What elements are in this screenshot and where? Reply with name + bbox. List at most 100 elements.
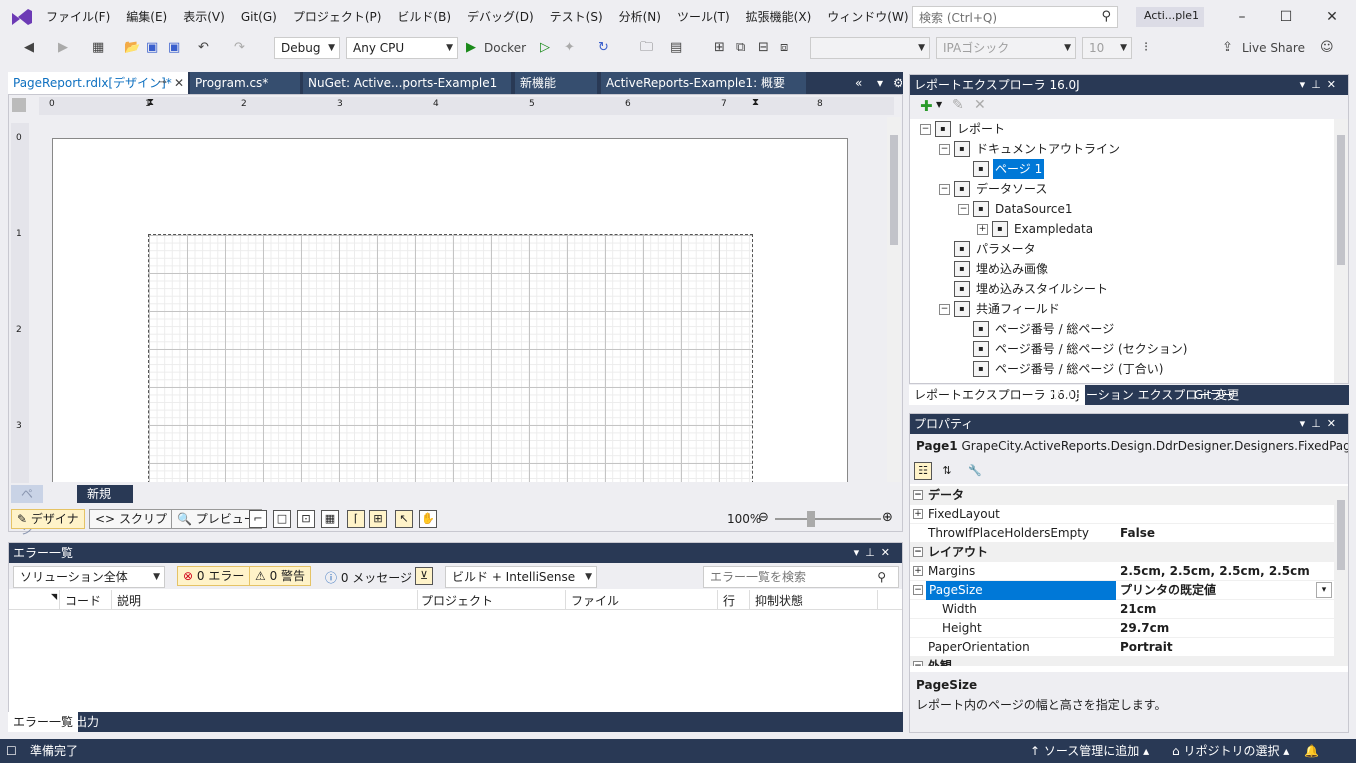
tree-node[interactable]: + ▪ Exampledata <box>977 219 1095 239</box>
design-canvas[interactable] <box>31 117 893 482</box>
property-value[interactable]: プリンタの既定値 <box>1120 581 1216 600</box>
menu-item-9[interactable]: ツール(T) <box>669 9 738 25</box>
property-row[interactable]: Height 29.7cm <box>910 619 1334 638</box>
zoom-slider-thumb[interactable] <box>807 511 815 527</box>
sort-icon[interactable]: ◥ <box>51 592 57 601</box>
collapse-icon[interactable]: − <box>939 183 950 195</box>
tree-node[interactable]: − ▪ データソース <box>939 179 1049 199</box>
alphabetical-icon[interactable]: ⇅ <box>938 462 956 480</box>
property-value[interactable]: 21cm <box>1120 600 1156 619</box>
chevron-down-icon[interactable]: ▾ <box>1316 582 1332 598</box>
filter-icon[interactable]: ⊻ <box>415 567 433 585</box>
col-project[interactable]: プロジェクト <box>421 592 493 609</box>
tab-dropdown-icon[interactable]: ▾ <box>872 72 886 94</box>
collapse-icon[interactable]: − <box>913 585 923 595</box>
browse-icon[interactable]: 🗀 <box>640 38 653 58</box>
live-share-icon[interactable]: ⇪ <box>1222 38 1233 58</box>
align-left-icon[interactable]: ⊞ <box>714 38 725 58</box>
col-line[interactable]: 行 <box>723 592 735 609</box>
delete-icon[interactable]: ✕ <box>974 97 986 113</box>
collapse-icon[interactable]: − <box>939 143 950 155</box>
menu-item-2[interactable]: 表示(V) <box>175 9 233 25</box>
close-button[interactable]: ✕ <box>1322 8 1342 26</box>
tab-new-page[interactable]: 新規 <box>77 485 133 503</box>
expand-icon[interactable]: + <box>913 566 923 576</box>
refresh-icon[interactable]: ↻ <box>598 38 609 58</box>
run-without-debug-icon[interactable]: ▷ <box>540 38 550 58</box>
add-icon[interactable]: ✚ <box>920 97 933 115</box>
property-value[interactable]: 29.7cm <box>1120 619 1169 638</box>
grid-icon[interactable]: ▦ <box>321 510 339 528</box>
pin-icon[interactable]: ⊸ <box>158 72 166 94</box>
col-suppression[interactable]: 抑制状態 <box>755 592 803 609</box>
property-value[interactable]: 2.5cm, 2.5cm, 2.5cm, 2.5cm <box>1120 562 1310 581</box>
col-file[interactable]: ファイル <box>571 592 619 609</box>
configuration-select[interactable]: Debug ▼ <box>274 37 340 59</box>
live-share-button[interactable]: Live Share <box>1242 38 1305 58</box>
tree-node[interactable]: ▪ ページ番号 / 総ページ (セクション) <box>958 339 1189 359</box>
left-margin-marker[interactable]: ⧗ <box>147 97 154 108</box>
categorized-icon[interactable]: ☷ <box>914 462 932 480</box>
align-center-icon[interactable]: ⧉ <box>736 38 745 58</box>
fit-page-icon[interactable]: ⊞ <box>369 510 387 528</box>
ruler-toggle-icon[interactable]: ⌈ <box>347 510 365 528</box>
menu-item-6[interactable]: デバッグ(D) <box>459 9 542 25</box>
new-project-icon[interactable]: ▦ <box>92 38 104 58</box>
menu-item-5[interactable]: ビルド(B) <box>389 9 459 25</box>
menu-item-1[interactable]: 編集(E) <box>118 9 175 25</box>
tree-scrollbar[interactable] <box>1334 119 1348 383</box>
warnings-filter-button[interactable]: ⚠ 0 警告 <box>249 566 312 586</box>
designer-button[interactable]: ✎ デザイナ <box>11 509 85 529</box>
undo-icon[interactable]: ↶ <box>198 38 209 58</box>
scrollbar-thumb[interactable] <box>1337 500 1345 570</box>
panel-buttons[interactable]: ▾⊥✕ <box>1300 75 1342 95</box>
chevron-down-icon[interactable]: ▼ <box>936 100 942 109</box>
snap-lines-icon[interactable]: ⌐ <box>249 510 267 528</box>
errors-filter-button[interactable]: ⊗ 0 エラー <box>177 566 251 586</box>
scrollbar-thumb[interactable] <box>1337 135 1345 265</box>
collapse-icon[interactable]: − <box>920 123 931 135</box>
property-scrollbar[interactable] <box>1334 486 1348 666</box>
build-filter-select[interactable]: ビルド + IntelliSense ▼ <box>445 566 597 588</box>
maximize-button[interactable]: ☐ <box>1276 8 1296 26</box>
page-body-grid[interactable] <box>148 234 753 482</box>
panel-buttons[interactable]: ▾⊥✕ <box>1300 414 1342 434</box>
tree-node[interactable]: ▪ ページ番号 / 総ページ (丁合い) <box>958 359 1165 379</box>
property-row[interactable]: + Margins 2.5cm, 2.5cm, 2.5cm, 2.5cm <box>910 562 1334 581</box>
tab-page-1[interactable]: ページ 1 <box>11 485 44 555</box>
zoom-in-icon[interactable]: ⊕ <box>882 510 893 525</box>
scroll-tabs-icon[interactable]: « <box>850 72 870 94</box>
back-icon[interactable]: ◀ <box>24 38 34 58</box>
property-row[interactable]: + FixedLayout <box>910 505 1334 524</box>
right-margin-marker[interactable]: ⧗ <box>752 97 759 108</box>
property-pages-icon[interactable]: 🔧 <box>966 462 984 480</box>
style-select[interactable]: ▼ <box>810 37 930 59</box>
source-control-button[interactable]: ↑ ソース管理に追加 ▴ <box>1030 739 1149 763</box>
run-icon[interactable]: ▶ <box>466 38 476 58</box>
scope-select[interactable]: ソリューション全体 ▼ <box>13 566 165 588</box>
property-value[interactable]: Portrait <box>1120 638 1173 657</box>
menu-item-3[interactable]: Git(G) <box>233 9 285 25</box>
hot-reload-icon[interactable]: ✦ <box>564 38 575 58</box>
tab-git-changes[interactable]: Git 変更 <box>1189 385 1244 405</box>
property-row[interactable]: − PageSize プリンタの既定値 ▾ <box>910 581 1334 600</box>
forward-icon[interactable]: ▶ <box>58 38 68 58</box>
zoom-out-icon[interactable]: ⊖ <box>758 510 769 525</box>
redo-icon[interactable]: ↷ <box>234 38 245 58</box>
property-row[interactable]: − 外観 <box>910 657 1334 666</box>
tab-whats-new[interactable]: 新機能 <box>515 72 597 94</box>
save-icon[interactable]: ▣ <box>146 38 158 58</box>
collapse-icon[interactable]: − <box>913 547 923 557</box>
expand-icon[interactable]: + <box>913 509 923 519</box>
tab-nuget[interactable]: NuGet: Active...ports-Example1 <box>303 72 511 94</box>
messages-filter-button[interactable]: ⓘ 0 メッセージ <box>325 569 412 586</box>
object-selector[interactable]: Page1 GrapeCity.ActiveReports.Design.Ddr… <box>910 434 1348 458</box>
expand-icon[interactable]: + <box>977 223 988 235</box>
save-all-icon[interactable]: ▣ <box>168 38 180 58</box>
close-icon[interactable]: ✕ <box>174 72 184 94</box>
open-icon[interactable]: 📂 <box>124 38 140 58</box>
menu-item-4[interactable]: プロジェクト(P) <box>285 9 390 25</box>
pointer-icon[interactable]: ↖ <box>395 510 413 528</box>
tree-node[interactable]: ▪ 埋め込みスタイルシート <box>939 279 1110 299</box>
collapse-icon[interactable]: − <box>913 661 923 666</box>
